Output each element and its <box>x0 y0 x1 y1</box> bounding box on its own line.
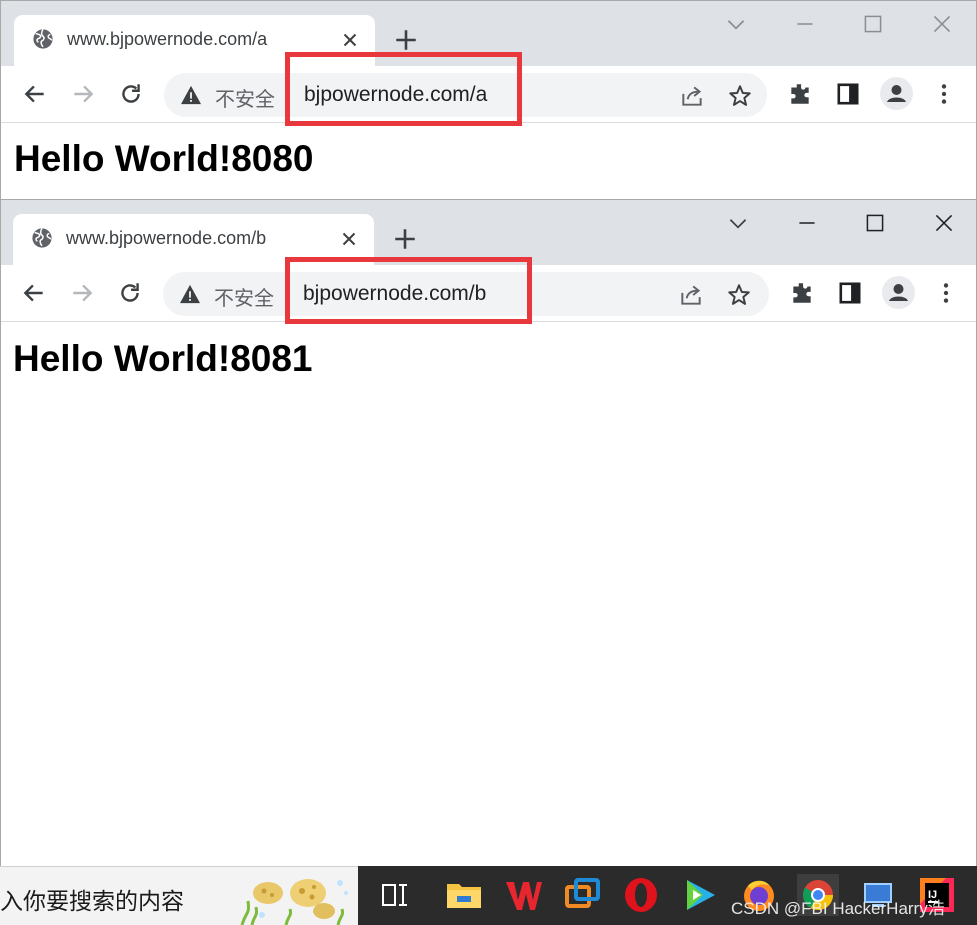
file-explorer-icon[interactable] <box>443 874 485 916</box>
opera-icon[interactable] <box>620 874 662 916</box>
share-icon[interactable] <box>679 83 705 109</box>
forward-arrow-icon[interactable] <box>70 81 96 107</box>
chevron-down-icon[interactable] <box>723 11 749 37</box>
maximize-icon[interactable] <box>860 11 886 37</box>
close-icon[interactable] <box>338 228 360 250</box>
profile-icon[interactable] <box>882 276 915 309</box>
video-player-icon[interactable] <box>679 874 721 916</box>
reload-icon[interactable] <box>118 81 144 107</box>
globe-icon <box>32 227 52 248</box>
share-icon[interactable] <box>678 282 704 308</box>
remote-desktop-icon[interactable] <box>561 874 603 916</box>
reload-icon[interactable] <box>117 280 143 306</box>
side-panel-icon[interactable] <box>835 81 861 107</box>
page-heading: Hello World!8081 <box>13 338 313 379</box>
tab-title: www.bjpowernode.com/a <box>67 29 268 49</box>
search-decoration-image <box>240 879 348 925</box>
extensions-icon[interactable] <box>787 81 813 107</box>
warning-icon[interactable] <box>180 85 202 105</box>
maximize-icon[interactable] <box>862 210 888 236</box>
close-window-icon[interactable] <box>931 210 957 236</box>
close-window-icon[interactable] <box>929 11 955 37</box>
chevron-down-icon[interactable] <box>725 210 751 236</box>
side-panel-icon[interactable] <box>837 280 863 306</box>
tab-title: www.bjpowernode.com/b <box>66 228 267 248</box>
star-icon[interactable] <box>727 83 753 109</box>
search-placeholder: 入你要搜索的内容 <box>0 888 184 914</box>
url-highlight-box <box>285 52 522 126</box>
kebab-menu-icon[interactable] <box>931 81 957 107</box>
watermark-text: CSDN @FBI HackerHarry浩 <box>731 899 945 918</box>
security-label[interactable]: 不安全 <box>215 83 275 112</box>
title-bar: www.bjpowernode.com/b <box>1 200 976 265</box>
taskbar: 入你要搜索的内容 IJ CSDN @FBI HackerHarry浩 <box>0 866 977 925</box>
plus-icon[interactable] <box>392 226 418 252</box>
forward-arrow-icon[interactable] <box>69 280 95 306</box>
minimize-icon[interactable] <box>792 11 818 37</box>
back-arrow-icon[interactable] <box>22 81 48 107</box>
globe-icon <box>33 28 53 49</box>
task-view-icon[interactable] <box>374 874 416 916</box>
warning-icon[interactable] <box>179 284 201 304</box>
kebab-menu-icon[interactable] <box>933 280 959 306</box>
close-icon[interactable] <box>339 29 361 51</box>
extensions-icon[interactable] <box>789 280 815 306</box>
taskbar-search-box[interactable]: 入你要搜索的内容 <box>0 866 358 925</box>
wps-icon[interactable] <box>502 874 544 916</box>
star-icon[interactable] <box>726 282 752 308</box>
profile-icon[interactable] <box>880 77 913 110</box>
security-label[interactable]: 不安全 <box>214 282 274 311</box>
minimize-icon[interactable] <box>794 210 820 236</box>
back-arrow-icon[interactable] <box>21 280 47 306</box>
page-heading: Hello World!8080 <box>14 138 314 179</box>
url-highlight-box <box>285 257 532 324</box>
plus-icon[interactable] <box>393 27 419 53</box>
